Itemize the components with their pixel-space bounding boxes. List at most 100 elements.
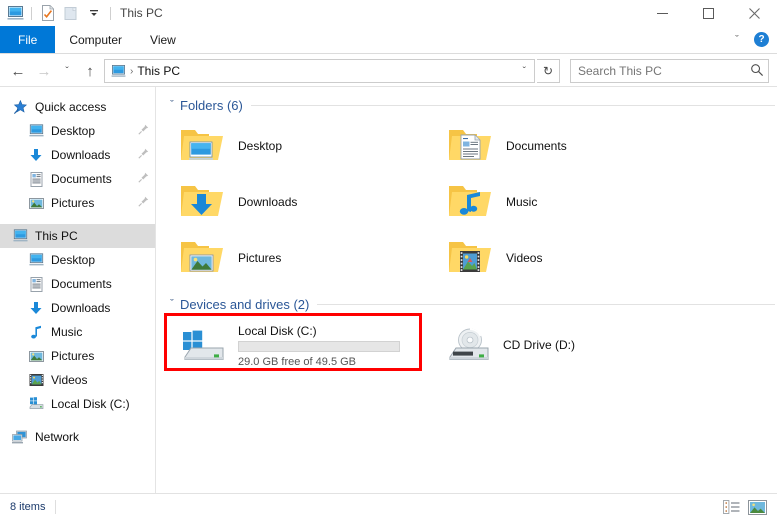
- search-input[interactable]: [578, 64, 750, 78]
- sidebar-item-label: Music: [51, 325, 83, 339]
- content-pane: ˇ Folders (6) Desktop Documents Download…: [156, 87, 777, 493]
- tab-file[interactable]: File: [0, 26, 56, 53]
- folder-item-pictures[interactable]: Pictures: [172, 230, 440, 286]
- sidebar-item-desktop[interactable]: Desktop: [0, 248, 155, 272]
- toolbar-separator: [31, 6, 32, 20]
- refresh-button[interactable]: ↻: [537, 59, 560, 83]
- folders-group-header[interactable]: ˇ Folders (6): [164, 94, 777, 116]
- customize-chevron-icon[interactable]: [84, 3, 104, 23]
- sidebar-item-label: Network: [35, 430, 80, 444]
- pin-icon[interactable]: [138, 196, 149, 210]
- folder-item-label: Desktop: [238, 139, 283, 153]
- sidebar-item-downloads[interactable]: Downloads: [0, 296, 155, 320]
- breadcrumb-separator: ›: [130, 65, 134, 77]
- folder-pictures-icon: [178, 234, 226, 282]
- sidebar-item-pictures-qa[interactable]: Pictures: [0, 191, 155, 215]
- properties-icon[interactable]: [38, 3, 58, 23]
- this-pc-icon: [12, 228, 28, 244]
- sidebar-item-videos[interactable]: Videos: [0, 368, 155, 392]
- folder-item-documents[interactable]: Documents: [440, 118, 708, 174]
- recent-locations-button[interactable]: ˇ: [58, 59, 76, 83]
- sidebar-item-label: Pictures: [51, 196, 95, 210]
- cd-drive-icon: [445, 322, 493, 370]
- sidebar-item-network[interactable]: Network: [0, 425, 155, 449]
- close-button[interactable]: [731, 0, 777, 26]
- drive-name-label: Local Disk (C:): [238, 324, 317, 338]
- breadcrumb[interactable]: › This PC ˇ: [104, 59, 535, 83]
- sidebar-item-documents-qa[interactable]: Documents: [0, 167, 155, 191]
- pin-icon[interactable]: [138, 172, 149, 186]
- this-pc-icon: [109, 64, 127, 78]
- pictures-icon: [28, 348, 44, 364]
- sidebar-item-label: Documents: [51, 277, 112, 291]
- tab-computer[interactable]: Computer: [55, 26, 136, 53]
- address-bar: ← → ˇ ↑ › This PC ˇ ↻: [0, 56, 777, 86]
- music-icon: [28, 324, 44, 340]
- sidebar-item-desktop-qa[interactable]: Desktop: [0, 119, 155, 143]
- this-pc-icon[interactable]: [5, 3, 25, 23]
- sidebar-item-quick-access[interactable]: Quick access: [0, 95, 155, 119]
- star-pin-icon: [12, 99, 28, 115]
- sidebar-item-label: Documents: [51, 172, 112, 186]
- documents-icon: [28, 171, 44, 187]
- sidebar-item-documents[interactable]: Documents: [0, 272, 155, 296]
- drive-info: CD Drive (D:): [503, 338, 575, 355]
- drive-info: Local Disk (C:) 29.0 GB free of 49.5 GB: [238, 324, 400, 368]
- quick-access-toolbar: [0, 3, 114, 23]
- sidebar-item-downloads-qa[interactable]: Downloads: [0, 143, 155, 167]
- sidebar-item-local-disk-c[interactable]: Local Disk (C:): [0, 392, 155, 416]
- maximize-button[interactable]: [685, 0, 731, 26]
- window-title: This PC: [120, 6, 163, 20]
- pin-icon[interactable]: [138, 124, 149, 138]
- tab-view[interactable]: View: [136, 26, 190, 53]
- pin-icon[interactable]: [138, 148, 149, 162]
- forward-button[interactable]: →: [32, 59, 56, 83]
- up-button[interactable]: ↑: [78, 59, 102, 83]
- explorer-body: Quick access Desktop Downloads Documents…: [0, 86, 777, 493]
- breadcrumb-dropdown-icon[interactable]: ˇ: [517, 66, 532, 77]
- devices-group-header[interactable]: ˇ Devices and drives (2): [164, 293, 777, 315]
- navigation-pane: Quick access Desktop Downloads Documents…: [0, 87, 156, 493]
- pictures-icon: [28, 195, 44, 211]
- harddisk-icon: [28, 396, 44, 412]
- folder-item-label: Music: [506, 195, 538, 209]
- folder-videos-icon: [446, 234, 494, 282]
- new-folder-icon[interactable]: [61, 3, 81, 23]
- breadcrumb-item-this-pc[interactable]: This PC: [137, 64, 180, 78]
- sidebar-item-label: Videos: [51, 373, 88, 387]
- file-explorer-window: This PC File Computer View ˇ ? ← → ˇ ↑ ›…: [0, 0, 777, 520]
- minimize-button[interactable]: [639, 0, 685, 26]
- devices-group-title: Devices and drives (2): [180, 296, 310, 312]
- folder-item-downloads[interactable]: Downloads: [172, 174, 440, 230]
- drive-capacity-bar: [238, 341, 400, 352]
- window-controls: [639, 0, 777, 26]
- ribbon-right-controls: ˇ ?: [728, 26, 773, 53]
- group-divider: [317, 303, 775, 305]
- downloads-icon: [28, 300, 44, 316]
- expand-ribbon-icon[interactable]: ˇ: [728, 34, 746, 46]
- sidebar-item-this-pc[interactable]: This PC: [0, 224, 155, 248]
- chevron-down-icon[interactable]: ˇ: [164, 99, 180, 111]
- back-button[interactable]: ←: [6, 59, 30, 83]
- status-separator: [55, 500, 57, 514]
- search-box[interactable]: [570, 59, 769, 83]
- sidebar-item-music[interactable]: Music: [0, 320, 155, 344]
- drive-item-cd-drive-d[interactable]: CD Drive (D:): [437, 319, 702, 373]
- folder-item-label: Pictures: [238, 251, 282, 265]
- help-icon[interactable]: ?: [754, 32, 769, 47]
- folder-item-videos[interactable]: Videos: [440, 230, 708, 286]
- folder-item-label: Videos: [506, 251, 543, 265]
- network-icon: [12, 429, 28, 445]
- details-view-button[interactable]: [719, 497, 743, 517]
- large-icons-view-button[interactable]: [745, 497, 769, 517]
- folder-item-desktop[interactable]: Desktop: [172, 118, 440, 174]
- folder-item-music[interactable]: Music: [440, 174, 708, 230]
- drive-item-local-disk-c[interactable]: Local Disk (C:) 29.0 GB free of 49.5 GB: [172, 319, 437, 373]
- sidebar-item-pictures[interactable]: Pictures: [0, 344, 155, 368]
- search-icon[interactable]: [750, 63, 764, 80]
- group-divider: [250, 104, 775, 106]
- folder-item-label: Documents: [506, 139, 567, 153]
- folder-item-label: Downloads: [238, 195, 298, 209]
- chevron-down-icon[interactable]: ˇ: [164, 298, 180, 310]
- desktop-icon: [28, 123, 44, 139]
